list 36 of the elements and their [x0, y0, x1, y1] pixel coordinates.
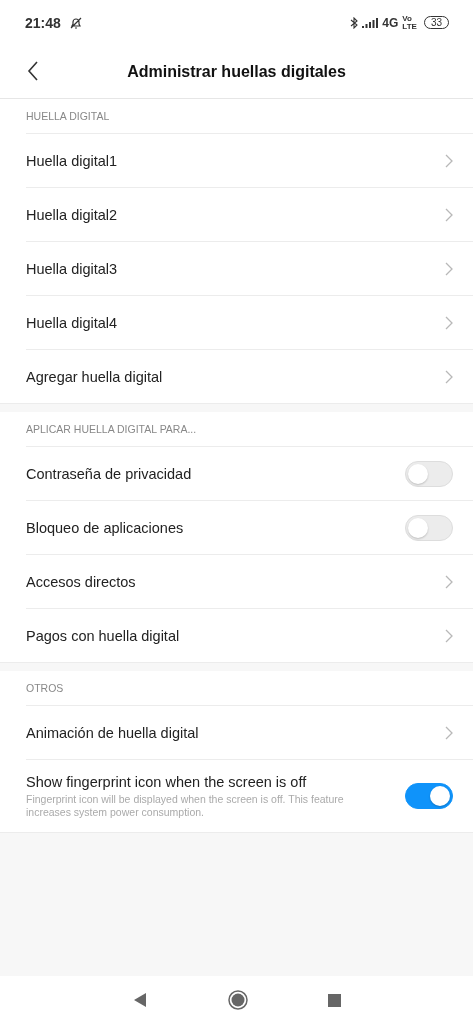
- bluetooth-icon: [350, 16, 359, 29]
- back-icon[interactable]: [132, 992, 148, 1008]
- section-header: OTROS: [26, 682, 64, 694]
- chevron-icon: [445, 153, 453, 168]
- chevron-icon: [445, 369, 453, 384]
- setting-label[interactable]: Huella digital1: [26, 152, 445, 169]
- toggle-switch[interactable]: [405, 783, 453, 809]
- setting-label[interactable]: Agregar huella digital: [26, 368, 445, 385]
- section-header: APLICAR HUELLA DIGITAL PARA...: [26, 423, 197, 435]
- recents-icon[interactable]: [328, 993, 341, 1007]
- setting-label[interactable]: Huella digital2: [26, 206, 445, 223]
- chevron-icon: [445, 725, 453, 740]
- setting-description: Fingerprint icon will be displayed when the screen is off. This feature increases system power consumption.: [26, 792, 345, 819]
- setting-label[interactable]: Huella digital4: [26, 314, 445, 331]
- setting-label[interactable]: Show fingerprint icon when the screen is off: [26, 773, 405, 790]
- setting-label[interactable]: Accesos directos: [26, 573, 445, 590]
- setting-label[interactable]: Huella digital3: [26, 260, 445, 277]
- volte-label: Vo: [402, 14, 413, 23]
- chevron-icon: [445, 628, 453, 643]
- section-header: HUELLA DIGITAL: [26, 110, 110, 122]
- status-time: 21:48: [25, 14, 61, 31]
- back-icon[interactable]: [27, 61, 39, 81]
- volte-label: LTE: [402, 22, 417, 31]
- signal-icon: [362, 17, 379, 28]
- setting-label[interactable]: Bloqueo de aplicaciones: [26, 519, 405, 536]
- chevron-icon: [445, 574, 453, 589]
- setting-label[interactable]: Pagos con huella digital: [26, 627, 445, 644]
- network-label: 4G: [382, 15, 399, 30]
- chevron-icon: [445, 315, 453, 330]
- chevron-icon: [445, 261, 453, 276]
- bell-off-icon: [68, 15, 83, 30]
- setting-label[interactable]: Animación de huella digital: [26, 724, 445, 741]
- setting-label[interactable]: Contraseña de privacidad: [26, 465, 405, 482]
- page-title: Administrar huellas digitales: [127, 62, 346, 81]
- chevron-icon: [445, 207, 453, 222]
- home-icon[interactable]: [228, 990, 248, 1010]
